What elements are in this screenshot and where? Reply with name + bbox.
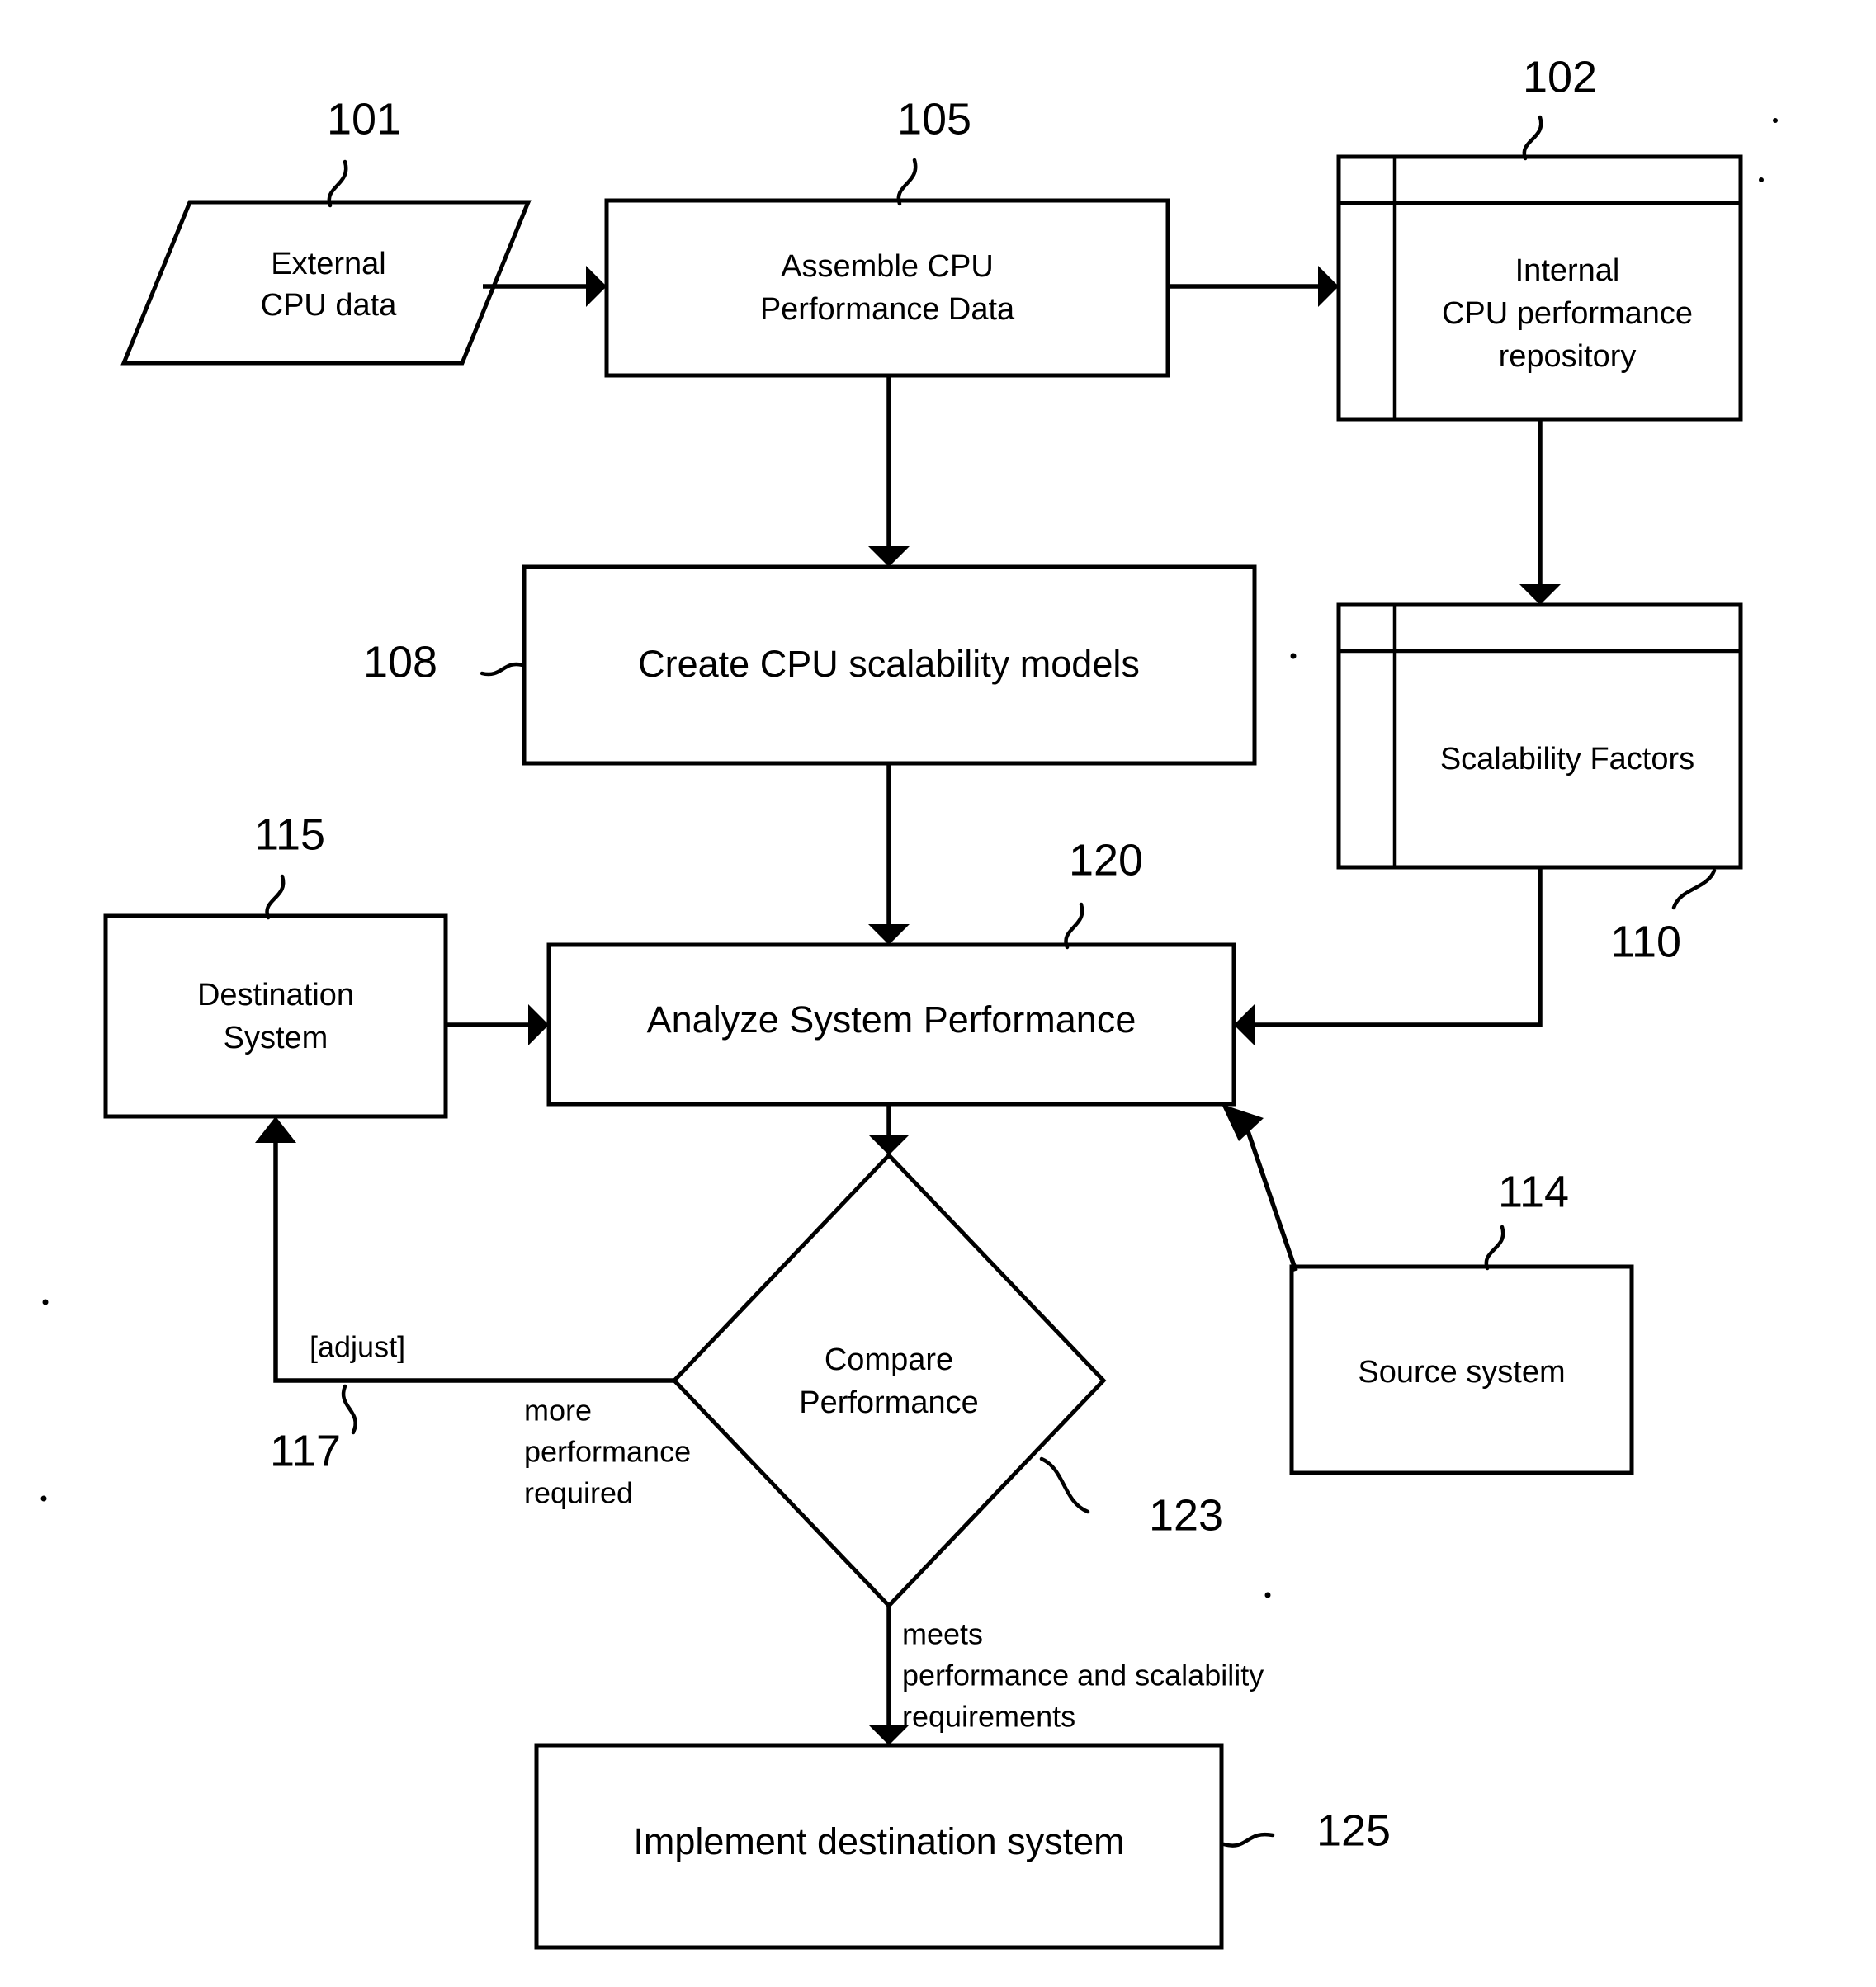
- destination-system-label-line1: Destination: [197, 978, 354, 1012]
- external-cpu-data-label-line1: External: [271, 247, 385, 281]
- destination-system-box: [103, 913, 448, 1119]
- ref-114-callout: 114: [1484, 1167, 1569, 1271]
- edge-label-meets-line3: requirements: [902, 1700, 1075, 1734]
- ref-108-callout: 108: [363, 637, 525, 687]
- internal-repository-label-line2: CPU performance: [1442, 296, 1693, 331]
- edge-destination-to-analyze-arrowhead: [528, 1004, 549, 1045]
- ref-110-callout: 110: [1610, 868, 1717, 966]
- ref-101-number: 101: [327, 94, 401, 144]
- figure-canvas: External CPU data 101 Assemble CPU Perfo…: [0, 0, 1876, 1987]
- edge-create-models-to-analyze-arrowhead: [868, 924, 910, 945]
- assemble-cpu-label-line1: Assemble CPU: [781, 249, 994, 284]
- ref-102-number: 102: [1523, 52, 1597, 101]
- edge-source-system-to-analyze-arrowhead: [1222, 1104, 1264, 1141]
- node-assemble-cpu-performance-data[interactable]: Assemble CPU Performance Data: [604, 198, 1170, 378]
- edge-label-more-performance-line3: required: [524, 1476, 633, 1510]
- create-cpu-scalability-models-label: Create CPU scalability models: [638, 643, 1140, 685]
- assemble-cpu-performance-data-box: [604, 198, 1170, 378]
- edge-compare-to-destination-feedback-arrowhead: [255, 1116, 296, 1143]
- node-external-cpu-data[interactable]: External CPU data: [120, 200, 532, 366]
- ref-123-callout: 123: [1039, 1456, 1223, 1540]
- edge-assemble-to-repository-arrowhead: [1318, 266, 1339, 307]
- edge-analyze-to-compare-arrowhead: [868, 1135, 910, 1155]
- scan-speck: [1773, 118, 1778, 123]
- source-system-label: Source system: [1358, 1355, 1565, 1390]
- edge-label-more-performance-line2: performance: [524, 1435, 691, 1469]
- ref-105-callout: 105: [896, 94, 971, 206]
- scan-speck: [40, 1495, 47, 1502]
- compare-performance-label-line1: Compare: [825, 1343, 953, 1377]
- ref-108-number: 108: [363, 637, 437, 687]
- ref-117-callout: 117: [270, 1384, 357, 1475]
- ref-125-number: 125: [1316, 1805, 1391, 1855]
- ref-117-number: 117: [270, 1426, 341, 1475]
- implement-destination-system-label: Implement destination system: [633, 1820, 1124, 1862]
- ref-101-callout: 101: [327, 94, 401, 208]
- scalability-factors-box: [1336, 602, 1743, 870]
- ref-102-callout: 102: [1522, 52, 1597, 161]
- ref-114-number: 114: [1498, 1167, 1569, 1216]
- edge-repository-to-scalability-factors-arrowhead: [1519, 584, 1561, 605]
- node-destination-system[interactable]: Destination System: [103, 913, 448, 1119]
- node-create-cpu-scalability-models[interactable]: Create CPU scalability models: [522, 564, 1257, 766]
- ref-125-callout: 125: [1222, 1805, 1391, 1855]
- edge-source-system-to-analyze: [1244, 1126, 1298, 1272]
- edge-assemble-to-create-models-arrowhead: [868, 546, 910, 567]
- node-implement-destination-system[interactable]: Implement destination system: [534, 1743, 1224, 1950]
- destination-system-label-line2: System: [224, 1021, 328, 1055]
- ref-120-number: 120: [1069, 835, 1143, 885]
- node-analyze-system-performance[interactable]: Analyze System Performance: [546, 942, 1236, 1107]
- node-compare-performance[interactable]: Compare Performance: [671, 1152, 1107, 1609]
- scalability-factors-label: Scalability Factors: [1440, 742, 1694, 776]
- scan-speck: [1290, 653, 1297, 659]
- node-scalability-factors[interactable]: Scalability Factors: [1336, 602, 1743, 870]
- scan-speck: [1264, 1592, 1271, 1598]
- internal-repository-label-line1: Internal: [1515, 253, 1620, 288]
- edge-scalability-factors-to-analyze-arrowhead: [1234, 1004, 1255, 1045]
- scan-speck: [1759, 177, 1764, 182]
- assemble-cpu-label-line2: Performance Data: [760, 292, 1015, 327]
- scan-speck: [42, 1299, 49, 1305]
- ref-110-number: 110: [1610, 917, 1681, 966]
- edge-label-more-performance-line1: more: [524, 1394, 592, 1428]
- flowchart-svg: External CPU data 101 Assemble CPU Perfo…: [40, 52, 1778, 1950]
- compare-performance-diamond: [671, 1152, 1107, 1609]
- node-source-system[interactable]: Source system: [1289, 1264, 1634, 1475]
- ref-120-callout: 120: [1064, 835, 1143, 950]
- edge-external-to-assemble-arrowhead: [586, 266, 607, 307]
- edge-label-meets-line2: performance and scalability: [902, 1659, 1264, 1692]
- edge-label-adjust: [adjust]: [310, 1330, 405, 1364]
- ref-115-callout: 115: [254, 809, 325, 920]
- internal-repository-label-line3: repository: [1499, 339, 1637, 374]
- analyze-system-performance-label: Analyze System Performance: [647, 998, 1136, 1041]
- external-cpu-data-label-line2: CPU data: [261, 288, 398, 323]
- edge-label-meets-line1: meets: [902, 1617, 983, 1651]
- external-cpu-data-parallelogram: [120, 200, 532, 366]
- ref-115-number: 115: [254, 809, 325, 859]
- node-internal-cpu-performance-repository[interactable]: Internal CPU performance repository: [1336, 154, 1743, 422]
- ref-123-number: 123: [1149, 1490, 1223, 1540]
- compare-performance-label-line2: Performance: [799, 1385, 979, 1420]
- ref-105-number: 105: [897, 94, 971, 144]
- edge-scalability-factors-to-analyze: [1255, 867, 1543, 1027]
